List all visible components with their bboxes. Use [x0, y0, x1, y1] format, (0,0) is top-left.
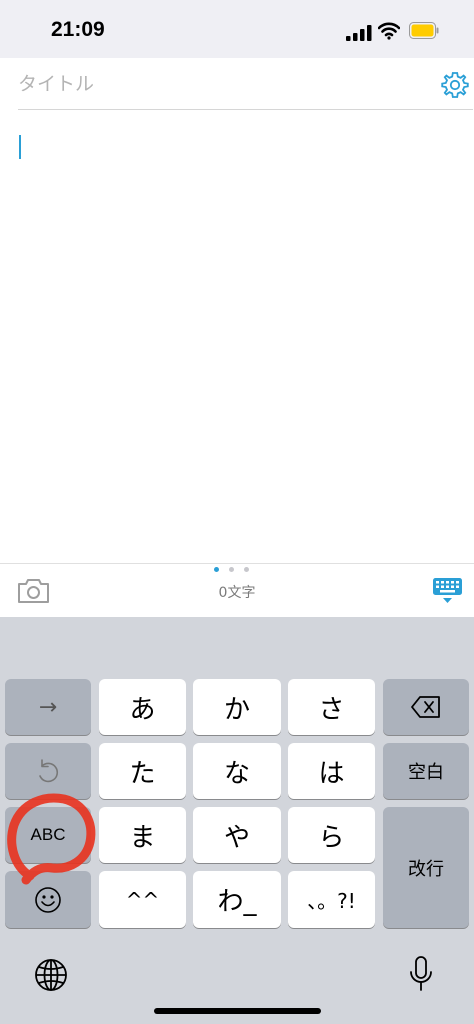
globe-icon[interactable] — [33, 957, 69, 993]
key-ka[interactable]: か — [193, 679, 281, 735]
title-input[interactable] — [18, 70, 418, 98]
key-label: ABC — [30, 825, 66, 844]
cellular-signal-icon — [346, 25, 372, 41]
key-label: 改行 — [408, 858, 444, 880]
space-key[interactable]: 空白 — [383, 743, 469, 799]
key-next-arrow[interactable]: → — [5, 679, 91, 735]
key-label: 空白 — [408, 762, 444, 783]
page-indicator — [212, 567, 252, 575]
key-label: は — [318, 758, 345, 789]
key-label: か — [223, 694, 250, 725]
key-label: → — [38, 694, 58, 720]
key-label: な — [223, 758, 250, 789]
key-label: ら — [318, 822, 345, 853]
keyboard-icon[interactable] — [432, 577, 463, 604]
emoji-icon — [35, 886, 61, 913]
key-label: わ_ — [217, 887, 257, 917]
wifi-icon — [378, 22, 400, 40]
title-divider — [18, 109, 473, 110]
key-punctuation[interactable]: 、。?! — [288, 871, 375, 928]
key-ta[interactable]: た — [99, 743, 186, 799]
key-sa[interactable]: さ — [288, 679, 375, 735]
page-dot — [229, 567, 234, 572]
status-bar: 21:09 — [0, 0, 474, 58]
emoji-key[interactable] — [5, 871, 91, 928]
page-dot-active — [214, 567, 219, 572]
key-a[interactable]: あ — [99, 679, 186, 735]
key-na[interactable]: な — [193, 743, 281, 799]
backspace-icon — [411, 696, 440, 718]
status-time: 21:09 — [51, 18, 105, 41]
undo-icon — [39, 759, 59, 783]
key-label: ま — [129, 822, 156, 853]
key-ma[interactable]: ま — [99, 807, 186, 863]
undo-key[interactable] — [5, 743, 91, 799]
key-label: や — [223, 822, 250, 853]
body-text-area[interactable] — [0, 111, 474, 562]
gear-icon[interactable] — [440, 70, 470, 100]
key-ya[interactable]: や — [193, 807, 281, 863]
key-label: さ — [318, 694, 345, 725]
microphone-icon[interactable] — [408, 955, 434, 995]
home-indicator — [154, 1008, 321, 1014]
text-cursor — [19, 135, 21, 159]
key-label: た — [129, 758, 156, 789]
key-label: ^^ — [125, 887, 160, 912]
page-dot — [244, 567, 249, 572]
key-label: あ — [129, 694, 156, 725]
key-ha[interactable]: は — [288, 743, 375, 799]
editor-toolbar: 0文字 — [0, 563, 474, 618]
key-ra[interactable]: ら — [288, 807, 375, 863]
key-label: 、。?! — [307, 889, 356, 913]
return-key[interactable]: 改行 — [383, 807, 469, 928]
backspace-key[interactable] — [383, 679, 469, 735]
battery-icon — [409, 22, 439, 39]
abc-key[interactable]: ABC — [5, 807, 91, 863]
title-row — [0, 58, 474, 110]
character-count: 0文字 — [218, 585, 256, 601]
key-kaomoji[interactable]: ^^ — [99, 871, 186, 928]
key-wa[interactable]: わ_ — [193, 871, 281, 928]
